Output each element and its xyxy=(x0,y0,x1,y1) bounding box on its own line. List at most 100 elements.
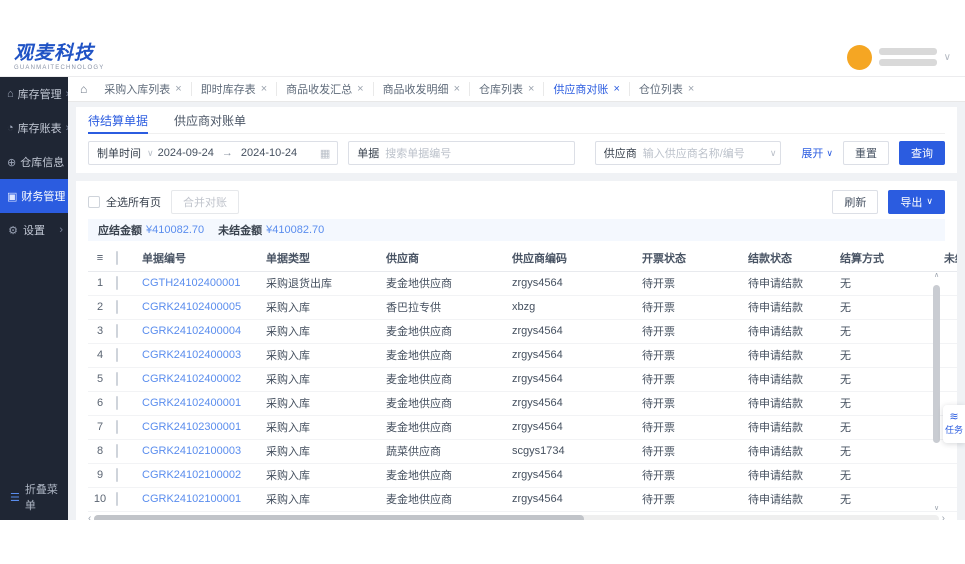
doc-code-link[interactable]: CGRK24102300001 xyxy=(138,415,262,439)
close-icon[interactable]: × xyxy=(688,83,694,95)
refresh-button[interactable]: 刷新 xyxy=(832,190,878,214)
row-checkbox[interactable] xyxy=(116,324,118,338)
expand-filters-link[interactable]: 展开 ∨ xyxy=(801,145,833,161)
warehouse-icon: ⊕ xyxy=(7,156,16,169)
tab-purchase-inbound-list[interactable]: 采购入库列表 × xyxy=(95,82,190,96)
chevron-down-icon: ∨ xyxy=(826,148,833,159)
date-to-value[interactable]: 2024-10-24 xyxy=(241,147,297,159)
date-from-value[interactable]: 2024-09-24 xyxy=(158,147,214,159)
table-row: 8 CGRK24102100003 采购入库 蔬菜供应商 scgys1734 待… xyxy=(88,439,957,463)
due-amount-value: ¥410082.70 xyxy=(146,224,204,236)
supplier-cell: 麦金地供应商 xyxy=(382,367,508,391)
sidebar-item-finance-manage[interactable]: ▣ 财务管理 › xyxy=(0,179,68,213)
table-row: 3 CGRK24102400004 采购入库 麦金地供应商 zrgys4564 … xyxy=(88,319,957,343)
reset-button[interactable]: 重置 xyxy=(843,141,889,165)
close-icon[interactable]: × xyxy=(357,83,363,95)
document-search-field[interactable]: 单据 搜索单据编号 xyxy=(348,141,574,165)
close-icon[interactable]: × xyxy=(261,83,267,95)
close-icon[interactable]: × xyxy=(528,83,534,95)
row-checkbox[interactable] xyxy=(116,468,118,482)
row-checkbox[interactable] xyxy=(116,396,118,410)
vertical-scrollbar[interactable]: ∧ ∨ xyxy=(933,271,940,512)
close-icon[interactable]: × xyxy=(613,83,619,95)
horizontal-scrollbar-track[interactable] xyxy=(94,515,938,521)
settle-status-cell: 待申请结款 xyxy=(744,415,836,439)
doc-code-link[interactable]: CGRK24102400002 xyxy=(138,367,262,391)
settle-method-cell: 无 xyxy=(836,439,940,463)
tab-goods-summary[interactable]: 商品收发汇总 × xyxy=(276,82,372,96)
calendar-icon: ▦ xyxy=(320,147,330,160)
gear-icon: ⚙ xyxy=(7,224,19,237)
user-menu[interactable]: ∨ xyxy=(847,45,951,70)
sidebar-item-label: 仓库信息 xyxy=(20,154,64,170)
export-button[interactable]: 导出 ∨ xyxy=(888,190,945,214)
home-icon[interactable]: ⌂ xyxy=(80,82,87,96)
tab-goods-detail[interactable]: 商品收发明细 × xyxy=(373,82,469,96)
close-icon[interactable]: × xyxy=(454,83,460,95)
task-float-button[interactable]: ≋ 任务 xyxy=(943,405,965,443)
doc-code-link[interactable]: CGRK24102400005 xyxy=(138,295,262,319)
column-config-icon[interactable]: ≡ xyxy=(88,246,112,271)
scroll-down-icon[interactable]: ∨ xyxy=(933,504,940,512)
sidebar-item-settings[interactable]: ⚙ 设置 › xyxy=(0,213,68,247)
avatar[interactable] xyxy=(847,45,872,70)
row-checkbox[interactable] xyxy=(116,444,118,458)
doc-code-link[interactable]: CGRK24102400004 xyxy=(138,319,262,343)
ledger-icon: ◔ xyxy=(7,122,14,134)
row-checkbox[interactable] xyxy=(116,300,118,314)
merge-reconcile-button[interactable]: 合并对账 xyxy=(171,190,239,214)
sidebar-item-label: 财务管理 xyxy=(21,188,65,204)
row-checkbox[interactable] xyxy=(116,348,118,362)
supplier-cell: 香巴拉专供 xyxy=(382,295,508,319)
doc-code-link[interactable]: CGRK24102100001 xyxy=(138,487,262,511)
supplier-select-input[interactable]: 输入供应商名称/编号 xyxy=(643,145,745,161)
collapse-menu-icon: ☰ xyxy=(10,491,20,504)
sidebar-item-inventory-manage[interactable]: ⌂ 库存管理 › xyxy=(0,77,68,111)
row-checkbox[interactable] xyxy=(116,276,118,290)
doc-type-cell: 采购入库 xyxy=(262,391,382,415)
col-doc-type: 单据类型 xyxy=(262,246,382,271)
settle-method-cell: 无 xyxy=(836,319,940,343)
supplier-cell: 麦金地供应商 xyxy=(382,463,508,487)
chevron-down-icon: ∨ xyxy=(926,196,933,207)
subtab-supplier-statement[interactable]: 供应商对账单 xyxy=(174,107,246,133)
doc-code-link[interactable]: CGRK24102100002 xyxy=(138,463,262,487)
doc-code-link[interactable]: CGRK24102400003 xyxy=(138,343,262,367)
scroll-up-icon[interactable]: ∧ xyxy=(933,271,940,279)
horizontal-scrollbar-thumb[interactable] xyxy=(94,515,584,521)
doc-code-link[interactable]: CGRK24102100003 xyxy=(138,439,262,463)
vertical-scrollbar-thumb[interactable] xyxy=(933,285,940,443)
supplier-cell: 麦金地供应商 xyxy=(382,415,508,439)
tab-supplier-reconciliation[interactable]: 供应商对账 × xyxy=(543,82,628,96)
brand-name: 观麦科技 xyxy=(14,44,104,64)
supplier-select-field[interactable]: 供应商 输入供应商名称/编号 ∨ xyxy=(595,141,782,165)
query-button[interactable]: 查询 xyxy=(899,141,945,165)
due-amount-label: 应结金额 xyxy=(98,222,142,238)
header-checkbox[interactable] xyxy=(116,251,118,265)
subtab-pending-settlement[interactable]: 待结算单据 xyxy=(88,107,148,133)
tab-realtime-inventory[interactable]: 即时库存表 × xyxy=(191,82,276,96)
unsettled-amount-cell xyxy=(940,487,957,511)
table-row: 4 CGRK24102400003 采购入库 麦金地供应商 zrgys4564 … xyxy=(88,343,957,367)
select-all-checkbox[interactable] xyxy=(88,196,100,208)
collapse-menu-button[interactable]: ☰ 折叠菜单 xyxy=(0,484,68,510)
tab-warehouse-list[interactable]: 仓库列表 × xyxy=(469,82,543,96)
close-icon[interactable]: × xyxy=(175,83,181,95)
scroll-left-icon[interactable]: ‹ xyxy=(88,515,91,521)
doc-code-link[interactable]: CGTH24102400001 xyxy=(138,271,262,295)
tab-storage-location-list[interactable]: 仓位列表 × xyxy=(629,82,703,96)
invoice-status-cell: 待开票 xyxy=(638,463,744,487)
row-checkbox[interactable] xyxy=(116,492,118,506)
col-supplier-code: 供应商编码 xyxy=(508,246,638,271)
date-range-field[interactable]: 制单时间 ∨ 2024-09-24 → 2024-10-24 ▦ xyxy=(88,141,338,165)
scroll-right-icon[interactable]: › xyxy=(942,515,945,521)
sidebar-item-inventory-ledger[interactable]: ◔ 库存账表 › xyxy=(0,111,68,145)
row-checkbox[interactable] xyxy=(116,372,118,386)
doc-code-link[interactable]: CGRK24102400001 xyxy=(138,391,262,415)
row-checkbox[interactable] xyxy=(116,420,118,434)
sidebar-item-warehouse-info[interactable]: ⊕ 仓库信息 › xyxy=(0,145,68,179)
document-search-input[interactable]: 搜索单据编号 xyxy=(385,145,451,161)
horizontal-scrollbar[interactable]: ‹ › xyxy=(88,514,945,521)
tab-label: 采购入库列表 xyxy=(104,81,170,97)
export-label: 导出 xyxy=(900,194,922,210)
